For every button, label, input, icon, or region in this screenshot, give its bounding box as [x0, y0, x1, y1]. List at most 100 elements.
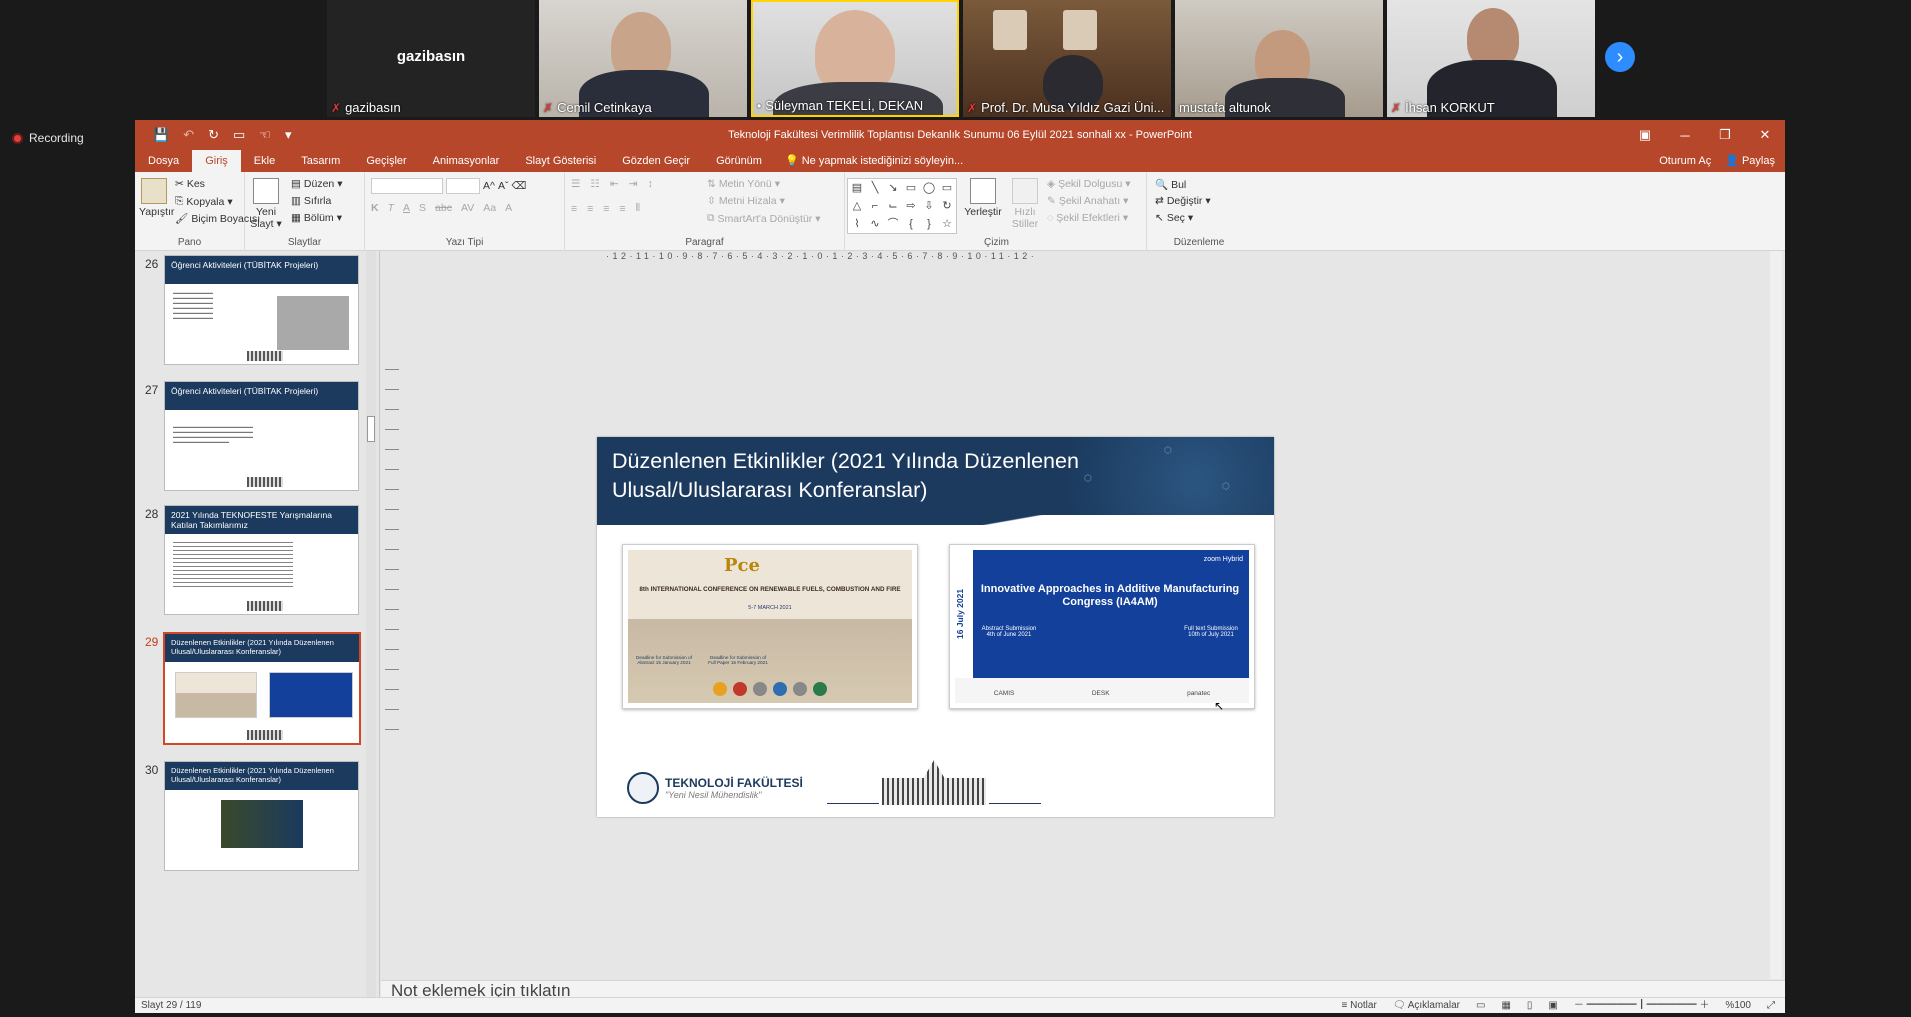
slide-title[interactable]: Düzenlenen Etkinlikler (2021 Yılında Düz…	[612, 447, 1132, 505]
align-center-icon[interactable]: ≡	[587, 203, 593, 215]
down-arrow-shape-icon[interactable]: ⇩	[920, 197, 938, 215]
minimize-icon[interactable]: ─	[1665, 120, 1705, 150]
sign-in-link[interactable]: Oturum Aç	[1659, 150, 1711, 172]
tell-me-search[interactable]: 💡 Ne yapmak istediğinizi söyleyin...	[775, 150, 973, 172]
text-direction-button[interactable]: ⇅ Metin Yönü ▾	[707, 178, 780, 190]
touch-mode-icon[interactable]: ☜	[259, 127, 271, 143]
bullets-icon[interactable]: ☰	[571, 178, 580, 190]
arrange-button[interactable]: Yerleştir	[963, 178, 1003, 218]
normal-view-icon[interactable]: ▭	[1476, 998, 1485, 1013]
change-case-icon[interactable]: Aa	[483, 202, 496, 214]
font-grow-icon[interactable]: A^	[483, 180, 495, 192]
slide-thumbnail[interactable]: 26 Öğrenci Aktiviteleri (TÜBİTAK Projele…	[135, 253, 379, 381]
current-slide[interactable]: ⬡ ⬡ ⬡ Düzenlenen Etkinlikler (2021 Yılın…	[597, 437, 1274, 817]
oval-shape-icon[interactable]: ◯	[920, 179, 938, 197]
tab-gorunum[interactable]: Görünüm	[703, 150, 775, 172]
shape-effects-button[interactable]: ◌ Şekil Efektleri ▾	[1047, 212, 1128, 224]
slide-thumbnail[interactable]: 28 2021 Yılında TEKNOFESTE Yarışmalarına…	[135, 503, 379, 631]
align-left-icon[interactable]: ≡	[571, 203, 577, 215]
wave-shape-icon[interactable]: ∿	[866, 215, 884, 233]
new-slide-button[interactable]: Yeni Slayt ▾	[249, 178, 283, 230]
connector-shape-icon[interactable]: ⌙	[884, 197, 902, 215]
brace-left-shape-icon[interactable]: {	[902, 215, 920, 233]
bold-icon[interactable]: K	[371, 202, 379, 214]
line-spacing-icon[interactable]: ↕	[647, 178, 652, 190]
notes-pane[interactable]: Not eklemek için tıklatın	[381, 980, 1785, 1000]
tab-gozden-gecir[interactable]: Gözden Geçir	[609, 150, 703, 172]
undo-icon[interactable]: ↶	[183, 127, 194, 143]
font-shrink-icon[interactable]: Aˇ	[498, 180, 509, 192]
rectangle-shape-icon[interactable]: ▭	[902, 179, 920, 197]
elbow-shape-icon[interactable]: ⌐	[866, 197, 884, 215]
find-button[interactable]: 🔍 Bul	[1155, 178, 1186, 192]
numbering-icon[interactable]: ☷	[590, 178, 599, 190]
conference-poster-ia4am[interactable]: 16 July 2021 zoom Hybrid Innovative Appr…	[949, 544, 1255, 709]
zoom-slider[interactable]: － ━━━━━┃━━━━━ ＋	[1574, 998, 1710, 1013]
font-color-icon[interactable]: A	[505, 202, 512, 214]
char-spacing-icon[interactable]: AV	[461, 202, 474, 214]
shapes-gallery[interactable]: ▤ ╲ ↘ ▭ ◯ ▭ △ ⌐ ⌙ ⇨ ⇩ ↻ ⌇ ∿ ⌒{} ☆	[847, 178, 957, 234]
align-text-button[interactable]: ⇳ Metni Hizala ▾	[707, 195, 785, 207]
shadow-icon[interactable]: S	[419, 202, 426, 214]
select-button[interactable]: ↖ Seç ▾	[1155, 212, 1193, 224]
strikethrough-icon[interactable]: abc	[435, 202, 452, 214]
tab-tasarim[interactable]: Tasarım	[288, 150, 353, 172]
participant-tile[interactable]: ✗ İhsan KORKUT	[1387, 0, 1595, 117]
slideshow-view-icon[interactable]: ▣	[1548, 998, 1557, 1013]
thumbnail-scrollbar[interactable]	[366, 251, 376, 997]
columns-icon[interactable]: ⫴	[636, 202, 640, 215]
font-name-input[interactable]	[371, 178, 443, 194]
layout-button[interactable]: ▤ Düzen ▾	[291, 178, 343, 190]
slide-scrollbar[interactable]	[1770, 251, 1782, 979]
brace-right-shape-icon[interactable]: }	[920, 215, 938, 233]
shape-fill-button[interactable]: ◈ Şekil Dolgusu ▾	[1047, 178, 1131, 190]
clear-format-icon[interactable]: ⌫	[511, 180, 526, 192]
comments-toggle[interactable]: 🗨 Açıklamalar	[1393, 998, 1460, 1013]
arrow-line-shape-icon[interactable]: ↘	[884, 179, 902, 197]
slide-thumbnail[interactable]: 30 Düzenlenen Etkinlikler (2021 Yılında …	[135, 759, 379, 887]
underline-icon[interactable]: A	[403, 202, 410, 214]
arc-shape-icon[interactable]: ⌒	[884, 215, 902, 233]
replace-button[interactable]: ⇄ Değiştir ▾	[1155, 195, 1211, 207]
participant-tile[interactable]: ✗ Prof. Dr. Musa Yıldız Gazi Üni...	[963, 0, 1171, 117]
smartart-button[interactable]: ⧉ SmartArt'a Dönüştür ▾	[707, 212, 821, 225]
slide-thumbnail-selected[interactable]: 29 Düzenlenen Etkinlikler (2021 Yılında …	[135, 631, 379, 759]
participant-tile-active-speaker[interactable]: • Süleyman TEKELİ, DEKAN	[751, 0, 959, 117]
redo-icon[interactable]: ↻	[208, 127, 219, 143]
decrease-indent-icon[interactable]: ⇤	[610, 178, 619, 190]
shape-outline-button[interactable]: ✎ Şekil Anahatı ▾	[1047, 195, 1128, 207]
paste-button[interactable]: Yapıştır	[139, 178, 174, 218]
notes-toggle[interactable]: ≡ Notlar	[1342, 998, 1377, 1013]
tab-slayt-gosterisi[interactable]: Slayt Gösterisi	[512, 150, 609, 172]
justify-icon[interactable]: ≡	[619, 203, 625, 215]
zoom-level[interactable]: %100	[1725, 998, 1751, 1013]
copy-button[interactable]: ⎘ Kopyala ▾	[175, 195, 233, 208]
italic-icon[interactable]: T	[388, 202, 394, 214]
triangle-shape-icon[interactable]: △	[848, 197, 866, 215]
textbox-shape-icon[interactable]: ▤	[848, 179, 866, 197]
curved-arrow-shape-icon[interactable]: ↻	[938, 197, 956, 215]
curve-shape-icon[interactable]: ⌇	[848, 215, 866, 233]
customize-qat-icon[interactable]: ▾	[285, 127, 292, 143]
cut-button[interactable]: ✂ Kes	[175, 178, 205, 190]
slide-sorter-icon[interactable]: ▦	[1501, 998, 1510, 1013]
quick-styles-button[interactable]: Hızlı Stiller	[1005, 178, 1045, 230]
save-icon[interactable]: 💾	[153, 127, 169, 143]
font-size-input[interactable]	[446, 178, 480, 194]
maximize-icon[interactable]: ❐	[1705, 120, 1745, 150]
share-button[interactable]: 👤 Paylaş	[1725, 150, 1775, 172]
ribbon-display-icon[interactable]: ▣	[1625, 120, 1665, 150]
tab-dosya[interactable]: Dosya	[135, 150, 192, 172]
reading-view-icon[interactable]: ▯	[1527, 998, 1533, 1013]
right-arrow-shape-icon[interactable]: ⇨	[902, 197, 920, 215]
star-shape-icon[interactable]: ☆	[938, 215, 956, 233]
participant-tile[interactable]: gazibasın ✗ gazibasın	[327, 0, 535, 117]
line-shape-icon[interactable]: ╲	[866, 179, 884, 197]
next-page-icon[interactable]: ›	[1605, 42, 1635, 72]
increase-indent-icon[interactable]: ⇥	[629, 178, 638, 190]
close-icon[interactable]: ✕	[1745, 120, 1785, 150]
reset-button[interactable]: ▥ Sıfırla	[291, 195, 331, 207]
section-button[interactable]: ▦ Bölüm ▾	[291, 212, 342, 224]
participant-tile[interactable]: ✗ Cemil Cetinkaya	[539, 0, 747, 117]
align-right-icon[interactable]: ≡	[603, 203, 609, 215]
